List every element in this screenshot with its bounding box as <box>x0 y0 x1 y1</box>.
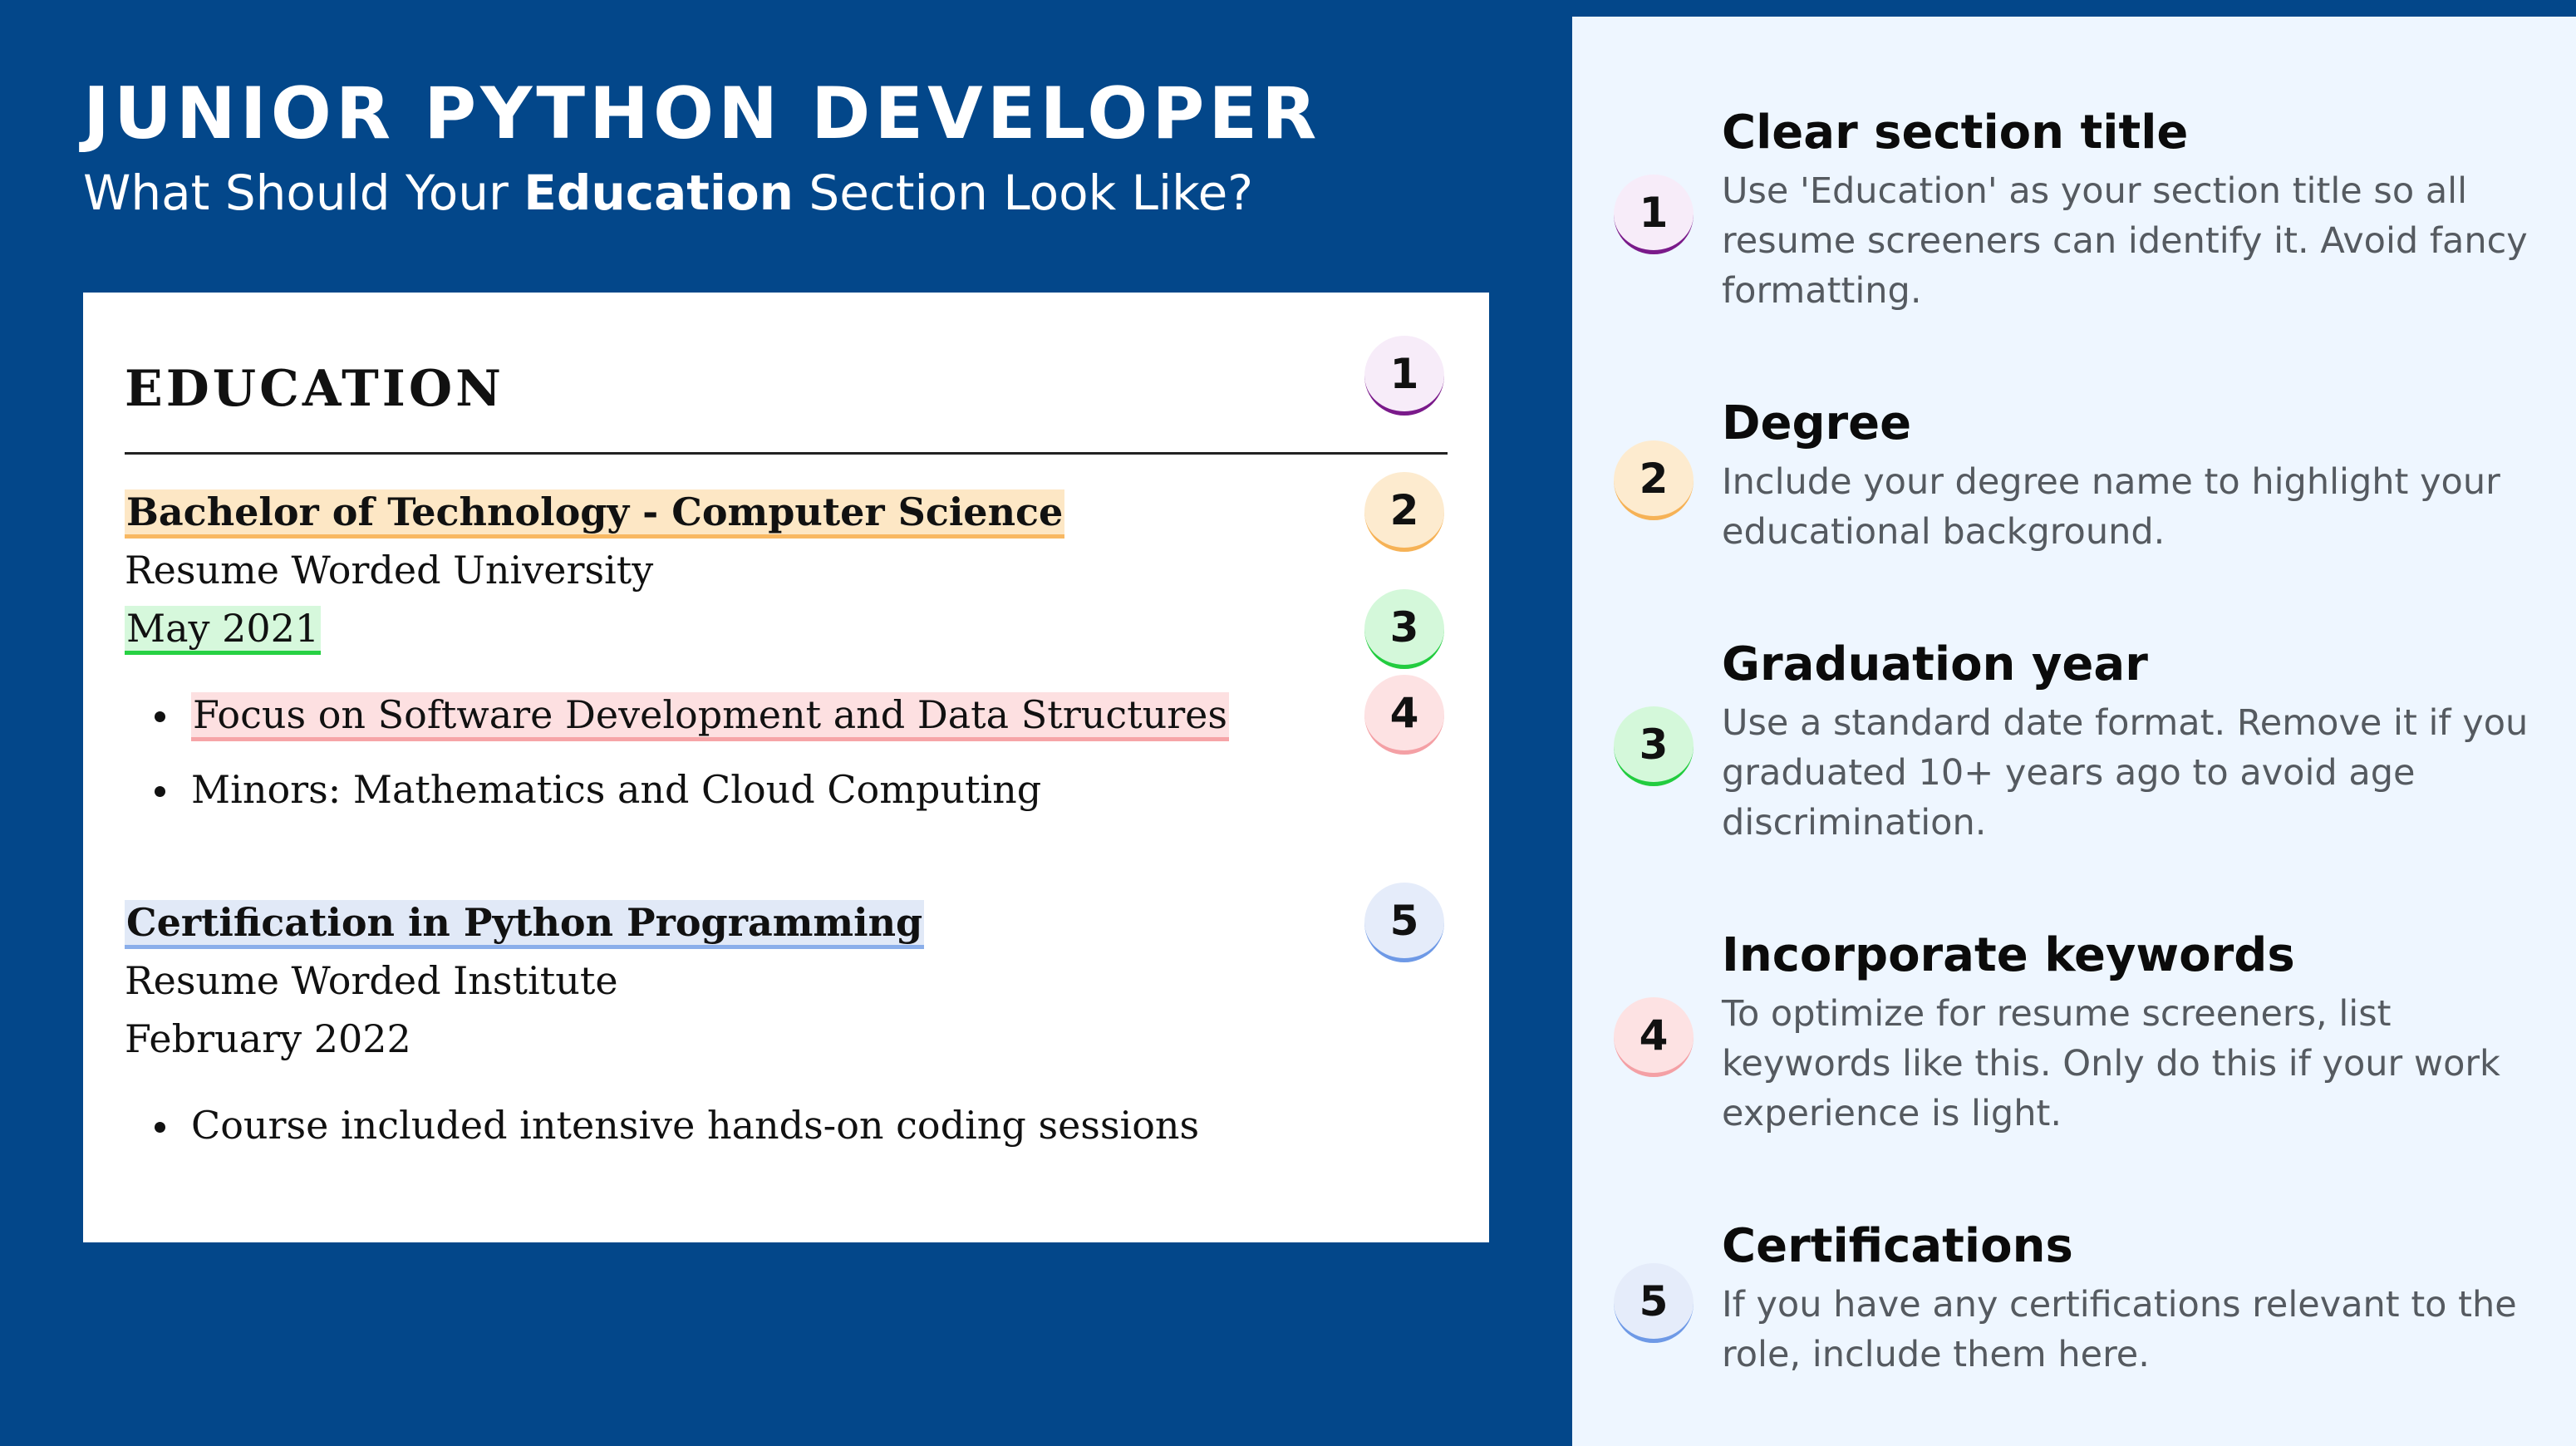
tip-2-body: Include your degree name to highlight yo… <box>1722 461 2500 553</box>
degree-date-text: May 2021 <box>125 606 322 655</box>
certification-title: Certification in Python Programming <box>125 896 925 949</box>
tip-3-badge: 3 <box>1614 706 1694 786</box>
degree-title: Bachelor of Technology - Computer Scienc… <box>125 485 1065 539</box>
degree-date: May 2021 <box>125 602 322 655</box>
subtitle-suffix: Section Look Like? <box>793 165 1254 221</box>
degree-bullet-1: Focus on Software Development and Data S… <box>154 688 1230 741</box>
marker-badge-1: 1 <box>1364 336 1444 416</box>
tip-5-body: If you have any certifications relevant … <box>1722 1284 2517 1375</box>
marker-badge-2: 2 <box>1364 472 1444 552</box>
page-header: JUNIOR PYTHON DEVELOPER What Should Your… <box>83 68 1320 226</box>
tip-3-body: Use a standard date format. Remove it if… <box>1722 702 2529 844</box>
tip-1-badge: 1 <box>1614 175 1694 254</box>
degree-bullet-2: Minors: Mathematics and Cloud Computing <box>154 763 1041 816</box>
page-title: JUNIOR PYTHON DEVELOPER <box>83 72 1321 155</box>
certification-institution: Resume Worded Institute <box>125 958 618 1003</box>
tips-panel: Clear section title 1 Use 'Education' as… <box>1572 17 2576 1446</box>
marker-badge-3: 3 <box>1364 589 1444 669</box>
education-heading: EDUCATION <box>125 360 504 418</box>
tip-4-badge: 4 <box>1614 997 1694 1077</box>
tip-4-body: To optimize for resume screeners, list k… <box>1722 993 2500 1134</box>
tip-3-title: Graduation year <box>1722 637 2148 691</box>
page-subtitle: What Should Your Education Section Look … <box>83 160 1320 226</box>
subtitle-emphasis: Education <box>524 165 794 221</box>
tip-2-title: Degree <box>1722 396 1912 450</box>
certification-date: February 2022 <box>125 1016 411 1061</box>
certification-bullet-1: Course included intensive hands-on codin… <box>154 1099 1199 1152</box>
tip-1-body: Use 'Education' as your section title so… <box>1722 170 2528 312</box>
marker-badge-4: 4 <box>1364 675 1444 755</box>
tip-4-title: Incorporate keywords <box>1722 928 2295 982</box>
tip-2-badge: 2 <box>1614 440 1694 520</box>
tip-1-title: Clear section title <box>1722 106 2189 160</box>
resume-sample-card: EDUCATION Bachelor of Technology - Compu… <box>83 293 1489 1242</box>
subtitle-prefix: What Should Your <box>83 165 524 221</box>
tip-5-title: Certifications <box>1722 1219 2073 1273</box>
degree-title-text: Bachelor of Technology - Computer Scienc… <box>125 489 1065 539</box>
tip-5-badge: 5 <box>1614 1263 1694 1343</box>
heading-divider <box>125 452 1448 455</box>
certification-title-text: Certification in Python Programming <box>125 900 925 949</box>
degree-institution: Resume Worded University <box>125 548 654 593</box>
degree-bullet-1-text: Focus on Software Development and Data S… <box>191 692 1230 741</box>
marker-badge-5: 5 <box>1364 883 1444 962</box>
